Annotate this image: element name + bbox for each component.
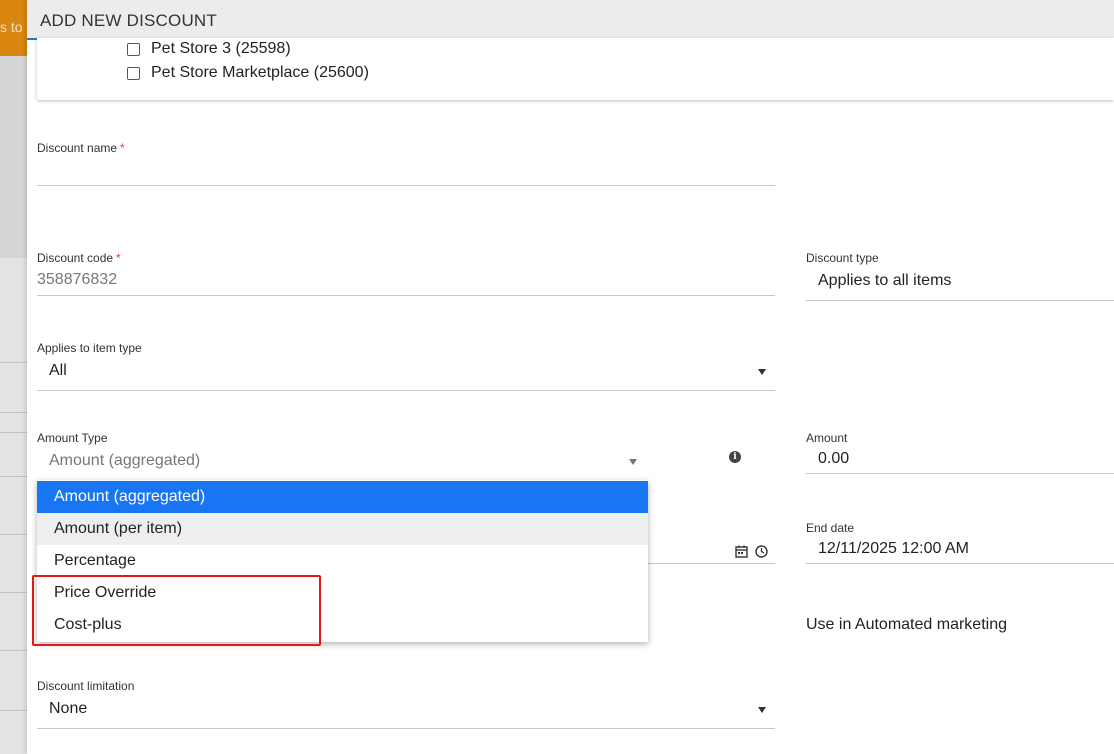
applies-to-item-type-underline: [37, 390, 775, 391]
start-date-underline: [647, 563, 775, 564]
applies-to-item-type-label: Applies to item type: [37, 341, 142, 355]
discount-code-label: Discount code *: [37, 251, 121, 265]
clock-icon[interactable]: [755, 545, 768, 558]
end-date-input[interactable]: 12/11/2025 12:00 AM: [818, 540, 969, 558]
store-label: Pet Store Marketplace (25600): [151, 64, 369, 81]
dialog-header: ADD NEW DISCOUNT: [27, 0, 1114, 40]
background-divider: [0, 592, 27, 593]
background-divider: [0, 476, 27, 477]
background-banner: s to: [0, 0, 27, 56]
applies-to-item-type-select[interactable]: All: [49, 362, 67, 380]
store-label: Pet Store 3 (25598): [151, 40, 291, 57]
menu-item-amount-per-item[interactable]: Amount (per item): [37, 513, 648, 545]
discount-code-input[interactable]: 358876832: [37, 271, 117, 289]
amount-type-select[interactable]: Amount (aggregated): [49, 452, 200, 470]
background-divider: [0, 362, 27, 363]
amount-underline: [806, 473, 1114, 474]
required-asterisk: *: [120, 141, 125, 155]
amount-input[interactable]: 0.00: [818, 450, 849, 468]
background-divider: [0, 432, 27, 433]
store-checkbox[interactable]: [127, 66, 140, 80]
store-list-card: Pet Store 3 (25598) Pet Store Marketplac…: [37, 38, 1114, 100]
background-divider: [0, 412, 27, 413]
store-option[interactable]: Pet Store 3 (25598): [127, 39, 291, 59]
calendar-icon[interactable]: [735, 545, 748, 558]
end-date-label: End date: [806, 521, 855, 535]
store-option[interactable]: Pet Store Marketplace (25600): [127, 63, 369, 83]
end-date-underline: [806, 563, 1114, 564]
required-asterisk: *: [116, 251, 121, 265]
background-banner-text: s to: [0, 19, 23, 35]
discount-type-select[interactable]: Applies to all items: [818, 272, 951, 290]
info-icon[interactable]: i: [729, 451, 741, 463]
discount-code-underline: [37, 295, 775, 296]
discount-name-underline: [37, 185, 775, 186]
discount-limitation-select[interactable]: None: [49, 700, 87, 718]
background-page: s to: [0, 0, 27, 754]
discount-name-label: Discount name *: [37, 141, 125, 155]
discount-type-label: Discount type: [806, 251, 879, 265]
background-divider: [0, 650, 27, 651]
annotation-highlight-box: [32, 575, 321, 646]
amount-type-label: Amount Type: [37, 431, 108, 445]
discount-name-label-text: Discount name: [37, 141, 118, 155]
dialog-title: ADD NEW DISCOUNT: [40, 11, 217, 30]
automated-marketing-label: Use in Automated marketing: [806, 616, 1007, 633]
background-content: [0, 258, 27, 754]
discount-code-label-text: Discount code: [37, 251, 114, 265]
amount-label: Amount: [806, 431, 848, 445]
add-discount-dialog: ADD NEW DISCOUNT Pet Store 3 (25598) Pet…: [27, 0, 1114, 754]
discount-limitation-label: Discount limitation: [37, 679, 135, 693]
chevron-down-icon[interactable]: [758, 369, 766, 375]
store-checkbox[interactable]: [127, 42, 140, 56]
discount-name-input[interactable]: [37, 160, 775, 184]
background-divider: [0, 534, 27, 535]
chevron-down-icon[interactable]: [758, 707, 766, 713]
discount-type-underline: [806, 300, 1114, 301]
chevron-down-icon[interactable]: [629, 459, 637, 465]
menu-item-percentage[interactable]: Percentage: [37, 545, 648, 577]
menu-item-amount-aggregated[interactable]: Amount (aggregated): [37, 481, 648, 513]
background-divider: [0, 710, 27, 711]
discount-limitation-underline: [37, 728, 775, 729]
